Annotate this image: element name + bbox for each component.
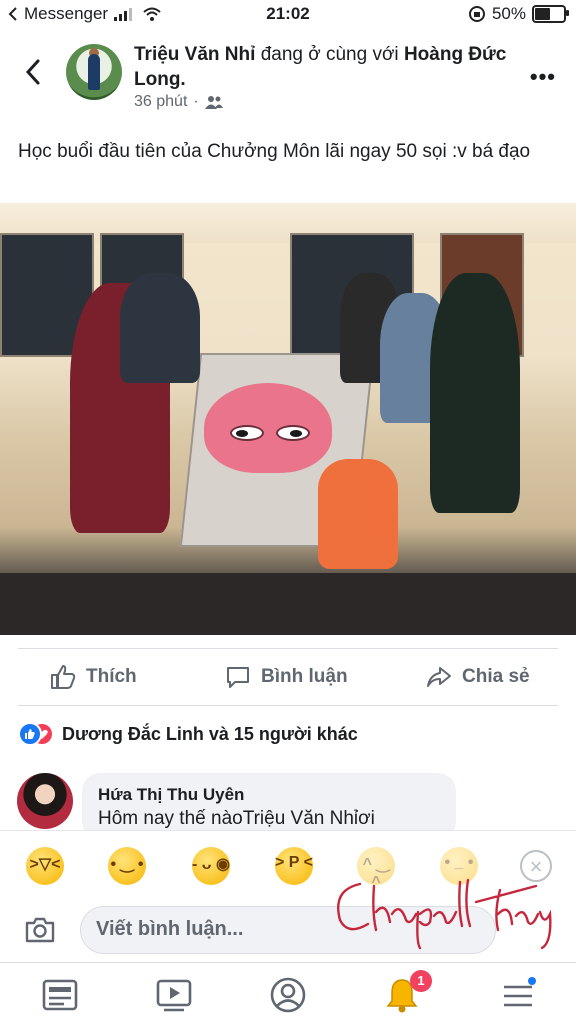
divider	[18, 705, 558, 706]
with-text: đang ở cùng với	[260, 44, 399, 65]
comment-label: Bình luận	[261, 666, 348, 687]
commenter-name[interactable]: Hứa Thị Thu Uyên	[98, 785, 244, 805]
comment-icon	[227, 667, 249, 688]
rofl-emoji-icon[interactable]: >▽<	[26, 847, 64, 885]
status-bar: Messenger 21:02 50%	[0, 0, 576, 30]
reactions-text: Dương Đắc Linh và 15 người khác	[62, 723, 358, 744]
like-label: Thích	[86, 666, 137, 687]
rotation-lock-icon	[468, 6, 485, 22]
comment-text: Hôm nay thế nàoTriệu Văn Nhỉơi	[98, 808, 375, 829]
post-meta: 36 phút ·	[134, 93, 223, 111]
post-photo[interactable]	[0, 203, 576, 635]
status-right: 50%	[468, 4, 569, 24]
share-button[interactable]: Chia sẻ	[426, 664, 530, 690]
share-label: Chia sẻ	[462, 666, 530, 687]
comment-input-placeholder: Viết bình luận...	[96, 918, 244, 940]
photo-backpack	[318, 459, 398, 569]
menu-icon[interactable]	[498, 975, 538, 1015]
more-options-icon[interactable]: •••	[530, 64, 556, 90]
smile-emoji-icon[interactable]: • ‿ •	[108, 847, 146, 885]
watch-video-icon[interactable]	[154, 975, 194, 1015]
like-button[interactable]: Thích	[50, 664, 137, 690]
sticker-blob	[204, 383, 332, 473]
author-avatar[interactable]	[66, 44, 122, 100]
wink-tongue-emoji-icon[interactable]: - ᴗ ◉	[192, 847, 230, 885]
photo-person	[430, 273, 520, 513]
friends-icon	[204, 96, 223, 109]
back-icon[interactable]	[22, 57, 44, 87]
reaction-icons	[18, 722, 54, 746]
divider	[18, 648, 558, 649]
share-icon	[427, 667, 451, 687]
photo-person	[120, 273, 200, 383]
reactions-summary[interactable]: Dương Đắc Linh và 15 người khác	[18, 722, 358, 746]
profile-icon[interactable]	[268, 975, 308, 1015]
post-header-title: Triệu Văn Nhỉ đang ở cùng với Hoàng Đức …	[134, 42, 514, 92]
photo-stage	[0, 573, 576, 635]
meta-dot: ·	[193, 93, 199, 110]
post-time[interactable]: 36 phút	[134, 93, 187, 111]
battery-percent: 50%	[491, 4, 526, 23]
bottom-tab-bar	[0, 962, 576, 1025]
camera-icon[interactable]	[24, 916, 56, 944]
commenter-avatar[interactable]	[17, 773, 73, 829]
signature-watermark	[337, 878, 552, 950]
post-text: Học buổi đầu tiên của Chưởng Môn lãi nga…	[18, 141, 531, 162]
like-icon	[51, 665, 76, 689]
like-reaction-icon	[18, 722, 42, 746]
squint-tongue-emoji-icon[interactable]: > P <	[275, 847, 313, 885]
notification-badge: 1	[410, 970, 432, 992]
news-feed-icon[interactable]	[40, 975, 80, 1015]
author-name[interactable]: Triệu Văn Nhỉ	[134, 44, 255, 65]
battery-icon	[532, 5, 569, 23]
comment-button[interactable]: Bình luận	[225, 664, 348, 690]
